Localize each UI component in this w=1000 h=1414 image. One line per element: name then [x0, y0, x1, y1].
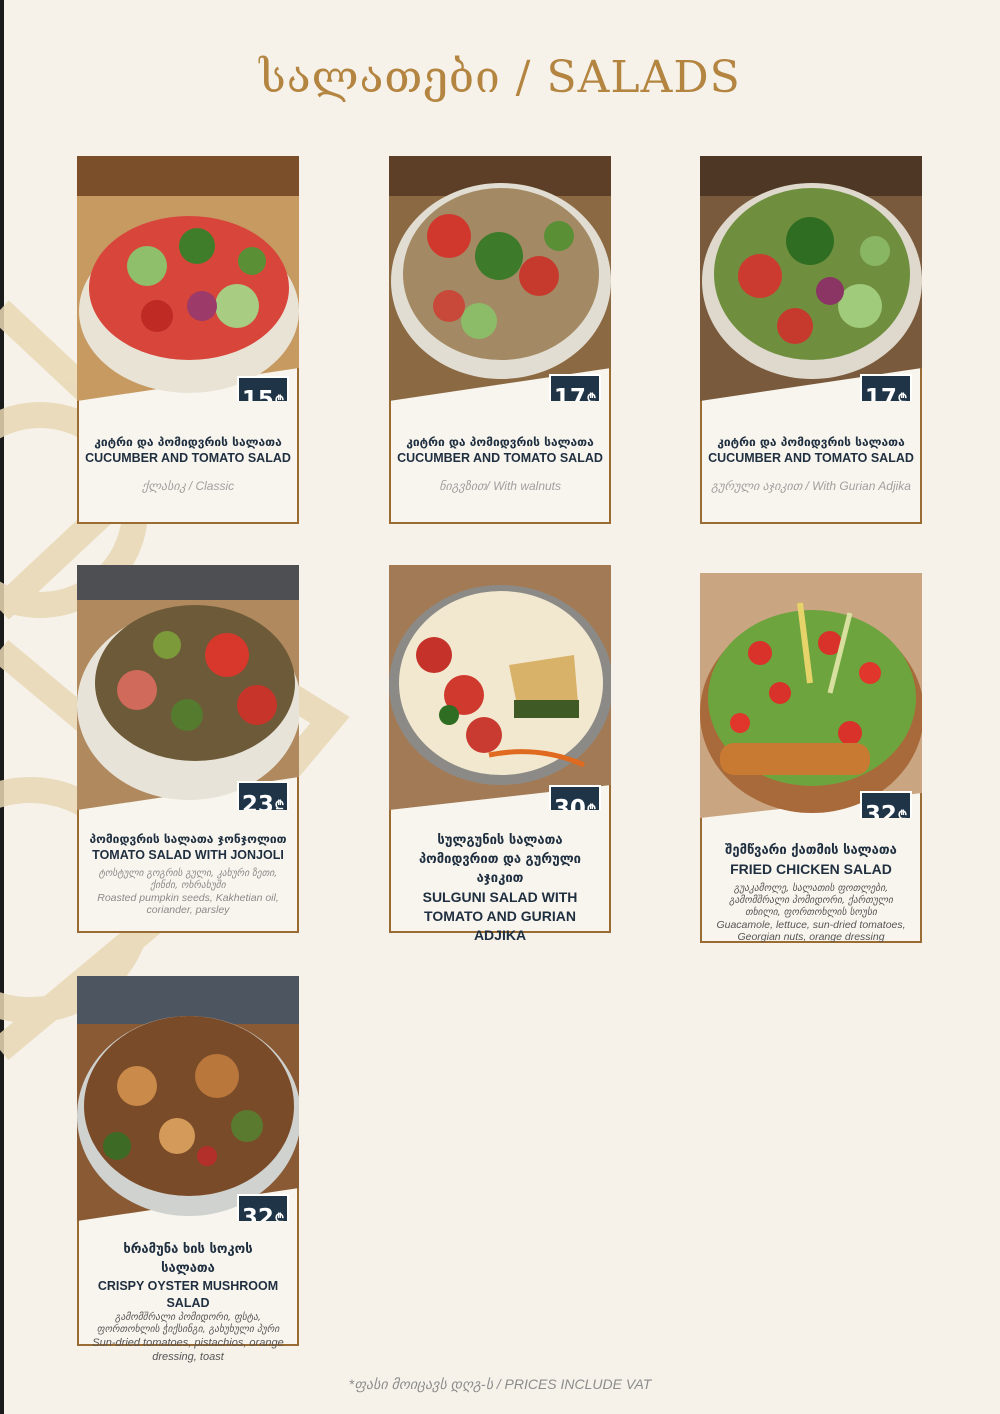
salad-photo: 32₾ [77, 976, 299, 1221]
menu-item-card: 23₾ პომიდვრის სალათა ჯონჯოლით TOMATO SAL… [77, 565, 299, 933]
page-title: სალათები / SALADS [259, 52, 741, 103]
item-name-georgian: კიტრი და პომიდვრის სალათა [94, 435, 282, 449]
item-name-english: FRIED CHICKEN SALAD [730, 861, 892, 877]
item-name-english: CUCUMBER AND TOMATO SALAD [85, 451, 291, 465]
vat-footnote: *ფასი მოიცავს დღგ-ს / PRICES INCLUDE VAT [348, 1376, 652, 1392]
salad-photo: 17₾ [389, 156, 611, 401]
price-tag: 23₾ [237, 781, 289, 810]
item-name-georgian: სულგუნის სალათა პომიდვრით და გურული აჯიკ… [418, 833, 582, 886]
menu-item-card: 30₾ სულგუნის სალათა პომიდვრით და გურული … [389, 565, 611, 943]
price-tag: 30₾ [549, 785, 601, 810]
menu-item-card: 17₾ კიტრი და პომიდვრის სალათა CUCUMBER A… [389, 156, 611, 524]
salad-photo: 17₾ [700, 156, 922, 401]
salad-photo: 15₾ [77, 156, 299, 401]
menu-item-card: 17₾ კიტრი და პომიდვრის სალათა CUCUMBER A… [700, 156, 922, 524]
item-name-english: CUCUMBER AND TOMATO SALAD [397, 451, 603, 465]
price-tag: 32₾ [860, 791, 912, 818]
item-subtitle: ქლასიკ / Classic [141, 479, 235, 493]
item-subtitle: გურული აჯიკით / With Gurian Adjika [711, 479, 911, 493]
item-subtitle: ნიგვზით/ With walnuts [438, 479, 561, 493]
price-tag: 15₾ [237, 376, 289, 401]
item-name-english: SULGUNI SALAD WITH TOMATO AND GURIAN ADJ… [422, 889, 578, 943]
price-tag: 32₾ [237, 1194, 289, 1221]
item-name-english: CRISPY OYSTER MUSHROOM SALAD [97, 1279, 279, 1310]
item-description-english: Sun-dried tomatoes, pistachios, orange d… [92, 1337, 284, 1363]
item-name-georgian: ხრამუნა ხის სოკოს სალათა [123, 1242, 253, 1276]
item-name-english: CUCUMBER AND TOMATO SALAD [708, 451, 914, 465]
item-description-georgian: ტოსტული გოგრის გული, კახური ზეთი, ქინძი,… [98, 868, 278, 891]
salad-photo: 32₾ [700, 573, 922, 818]
item-name-georgian: შემწვარი ქათმის სალათა [725, 843, 897, 858]
price-tag: 17₾ [549, 374, 601, 401]
price-tag: 17₾ [860, 374, 912, 401]
item-name-georgian: კიტრი და პომიდვრის სალათა [406, 435, 594, 449]
menu-item-card: 32₾ ხრამუნა ხის სოკოს სალათა CRISPY OYST… [77, 976, 299, 1363]
item-description-english: Guacamole, lettuce, sun-dried tomatoes, … [716, 919, 906, 943]
menu-item-card: 32₾ შემწვარი ქათმის სალათა FRIED CHICKEN… [700, 573, 922, 943]
page-edge [0, 0, 4, 1414]
salad-photo: 30₾ [389, 565, 611, 810]
item-description-georgian: გამომშრალი პომიდორი, ფსტა, ფორთოხლის ჭიქ… [96, 1312, 280, 1335]
item-description-english: Roasted pumpkin seeds, Kakhetian oil, co… [97, 892, 279, 916]
item-description-georgian: გუაკამოლე, სალათის ფოთლები, გამომშრალი პ… [729, 883, 893, 918]
menu-item-card: 15₾ კიტრი და პომიდვრის სალათა CUCUMBER A… [77, 156, 299, 524]
salad-photo: 23₾ [77, 565, 299, 810]
item-name-georgian: პომიდვრის სალათა ჯონჯოლით [89, 832, 287, 846]
item-name-english: TOMATO SALAD WITH JONJOLI [92, 848, 284, 862]
item-name-georgian: კიტრი და პომიდვრის სალათა [717, 435, 905, 449]
